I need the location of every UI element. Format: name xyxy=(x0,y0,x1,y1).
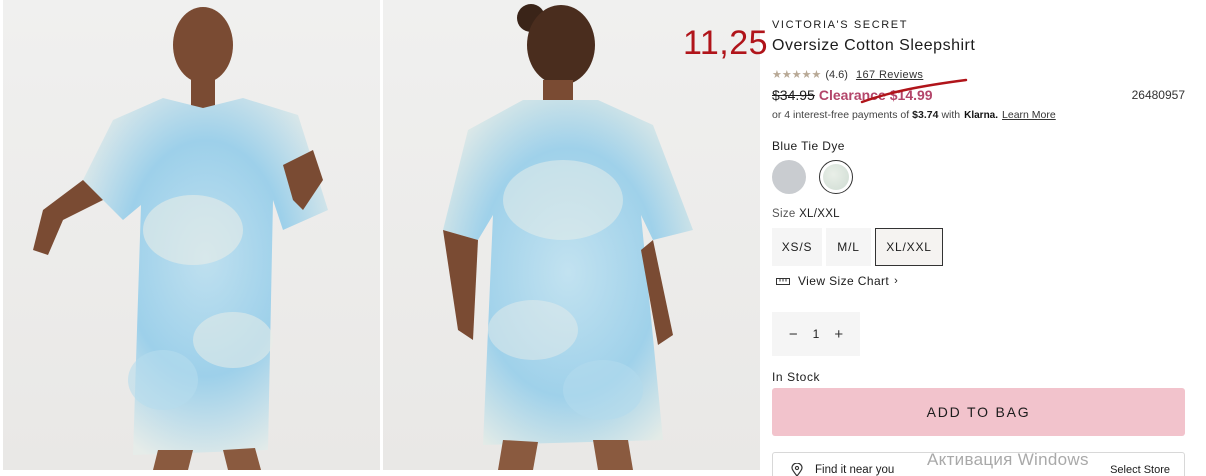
klarna-with: with xyxy=(941,109,961,121)
size-chart-label: View Size Chart xyxy=(798,274,890,288)
brand-name: VICTORIA'S SECRET xyxy=(772,19,909,31)
quantity-value: 1 xyxy=(812,327,820,341)
find-near-you-label: Find it near you xyxy=(815,464,895,476)
size-selected-value: XL/XXL xyxy=(799,208,840,220)
product-photo-front[interactable] xyxy=(3,0,380,470)
rating-stars-icon: ★★★★★ xyxy=(772,69,822,81)
klarna-amount: $3.74 xyxy=(912,109,939,121)
windows-activation-watermark: Активация Windows xyxy=(927,450,1089,469)
product-details-panel: VICTORIA'S SECRET Oversize Cotton Sleeps… xyxy=(772,0,1186,476)
model-back-illustration xyxy=(443,4,693,470)
size-option-m-l[interactable]: M/L xyxy=(826,228,871,266)
learn-more-link[interactable]: Learn More xyxy=(1002,109,1056,121)
klarna-prefix: or 4 interest-free payments of xyxy=(772,109,910,121)
product-sku: 26480957 xyxy=(1131,88,1185,102)
product-photo-back[interactable] xyxy=(383,0,760,470)
size-label: Size XL/XXL xyxy=(772,208,840,220)
klarna-logo: Klarna. xyxy=(964,109,999,121)
chevron-right-icon: › xyxy=(894,275,899,287)
swatch-fill xyxy=(823,164,849,190)
price-row: $34.95 Clearance $14.99 26480957 xyxy=(772,87,1186,103)
product-title: Oversize Cotton Sleepshirt xyxy=(772,37,976,54)
selected-color-label: Blue Tie Dye xyxy=(772,139,845,153)
color-swatch-blue-tie-dye[interactable] xyxy=(819,160,853,194)
handwritten-price-annotation: 11,25 xyxy=(683,24,769,62)
size-option-xl-xxl[interactable]: XL/XXL xyxy=(875,228,943,266)
view-size-chart-link[interactable]: View Size Chart › xyxy=(776,274,898,288)
stock-status: In Stock xyxy=(772,370,821,384)
quantity-stepper: − 1 + xyxy=(772,312,860,356)
ruler-icon xyxy=(776,278,790,285)
quantity-increase-button[interactable]: + xyxy=(828,326,850,343)
quantity-decrease-button[interactable]: − xyxy=(782,326,804,343)
rating-value: (4.6) xyxy=(825,68,848,81)
add-to-bag-button[interactable]: ADD TO BAG xyxy=(772,388,1185,436)
size-option-xs-s[interactable]: XS/S xyxy=(772,228,822,266)
color-swatch-grey[interactable] xyxy=(772,160,806,194)
klarna-installments: or 4 interest-free payments of $3.74 wit… xyxy=(772,109,1056,121)
size-label-text: Size xyxy=(772,208,796,220)
select-store-link[interactable]: Select Store xyxy=(1110,464,1170,476)
original-price: $34.95 xyxy=(772,87,815,103)
location-pin-icon xyxy=(791,463,803,476)
handwritten-strike-mark xyxy=(860,78,968,104)
model-front-illustration xyxy=(33,7,328,470)
